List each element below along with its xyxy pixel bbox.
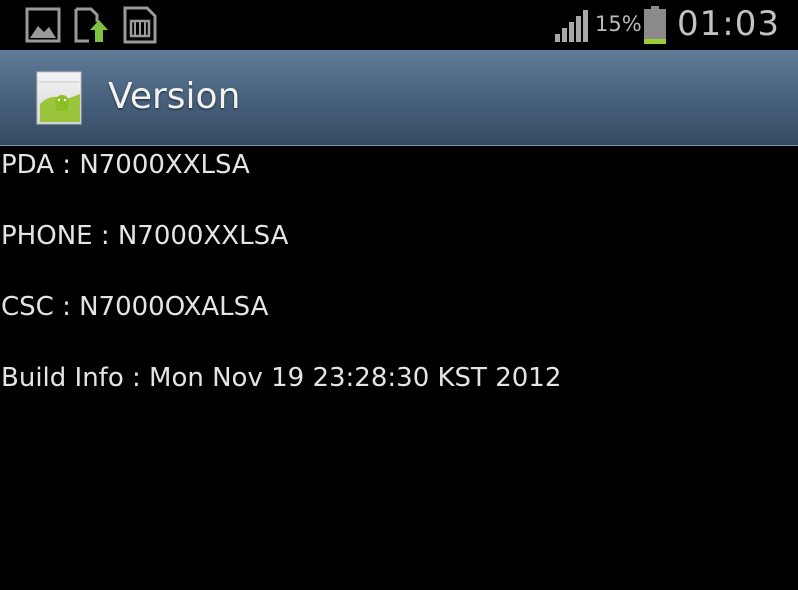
- pda-version-text: PDA : N7000XXLSA: [1, 150, 250, 180]
- screen: 15% 01:03 Version PDA: N7000XXLSA PHONE…: [0, 0, 798, 590]
- battery-percent: 15%: [595, 12, 642, 36]
- action-bar: Version: [0, 50, 798, 146]
- clock: 01:03: [677, 4, 780, 44]
- page-title: Version: [108, 76, 241, 117]
- signal-icon: [554, 10, 590, 42]
- sd-card-icon: [122, 6, 158, 44]
- status-bar: 15% 01:03: [0, 0, 798, 50]
- build-info-text: Build Info : Mon Nov 19 23:28:30 KST 201…: [1, 363, 562, 393]
- phone-version-text: PHONE : N7000XXLSA: [1, 221, 289, 251]
- gallery-icon: [25, 6, 61, 44]
- android-app-icon[interactable]: [36, 70, 84, 126]
- csc-version-text: CSC : N7000OXALSA: [1, 292, 269, 322]
- upload-icon: [73, 6, 109, 44]
- battery-icon: [643, 6, 667, 44]
